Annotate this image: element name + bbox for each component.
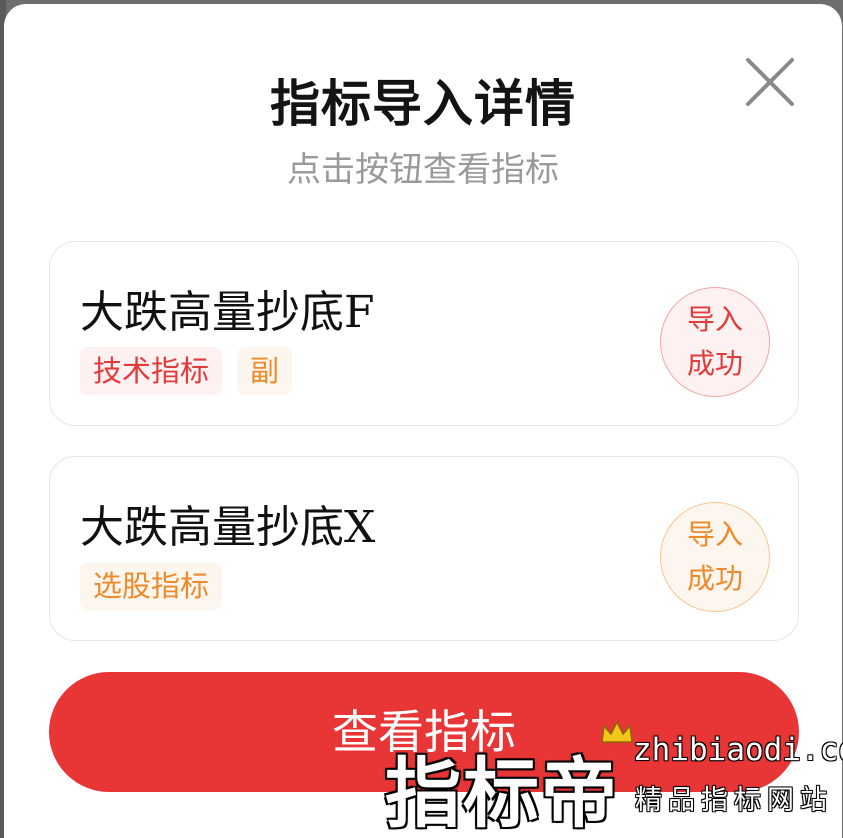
status-text-line1: 导入: [686, 518, 743, 551]
view-indicators-button[interactable]: 查看指标: [49, 672, 799, 792]
tag-type: 技术指标: [80, 347, 223, 395]
import-status-badge: 导入 成功: [660, 287, 770, 397]
import-status-badge: 导入 成功: [660, 502, 770, 612]
indicator-tags: 选股指标: [80, 562, 223, 610]
status-text-line2: 成功: [686, 562, 743, 595]
tag-type: 选股指标: [80, 562, 223, 610]
indicator-card[interactable]: 大跌高量抄底F 技术指标 副 导入 成功: [49, 241, 799, 426]
tag-chart-position: 副: [237, 347, 293, 395]
dialog-subtitle: 点击按钮查看指标: [287, 150, 559, 190]
indicator-tags: 技术指标 副: [80, 347, 293, 395]
close-button[interactable]: [742, 54, 798, 110]
dialog-title: 指标导入详情: [270, 75, 576, 133]
status-text-line1: 导入: [686, 303, 743, 336]
status-text-line2: 成功: [686, 347, 743, 380]
import-details-dialog: 指标导入详情 点击按钮查看指标 大跌高量抄底F 技术指标 副 导入 成功 大跌高…: [4, 4, 842, 838]
indicator-card[interactable]: 大跌高量抄底X 选股指标 导入 成功: [49, 456, 799, 641]
indicator-name: 大跌高量抄底X: [80, 502, 376, 553]
indicator-name: 大跌高量抄底F: [80, 287, 375, 338]
close-icon: [746, 58, 794, 106]
